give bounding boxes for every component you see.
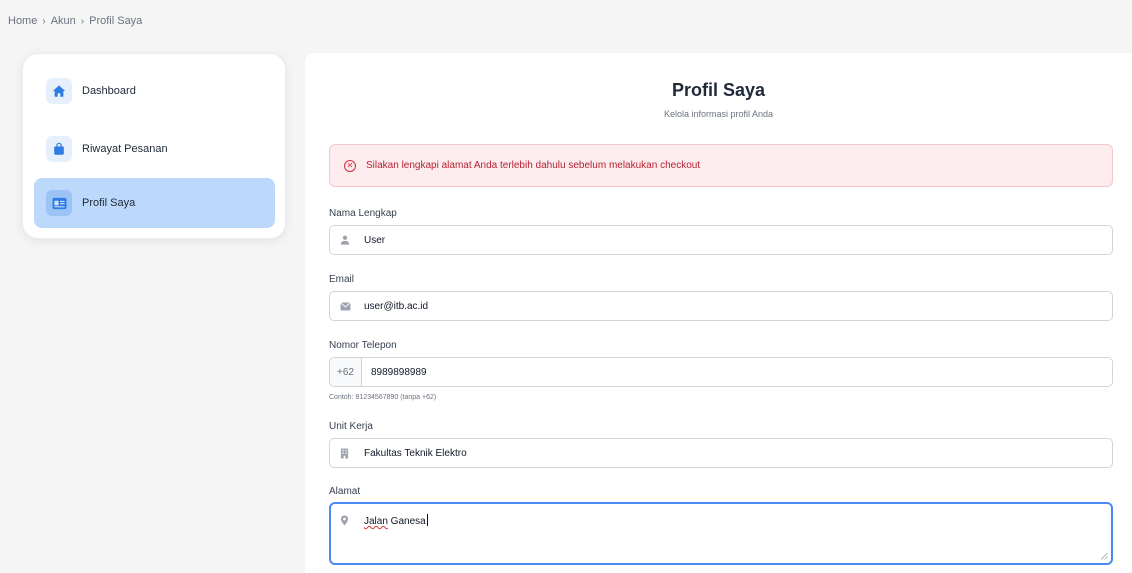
sidebar-item-dashboard[interactable]: Dashboard <box>34 66 275 116</box>
home-icon <box>46 78 72 104</box>
breadcrumb-separator: › <box>80 15 85 27</box>
telepon-field[interactable]: +62 8989898989 <box>329 357 1113 387</box>
error-circle-icon: ✕ <box>344 159 356 172</box>
breadcrumb-current: Profil Saya <box>89 15 143 27</box>
unit-kerja-field[interactable]: Fakultas Teknik Elektro <box>329 438 1113 468</box>
email-value: user@itb.ac.id <box>364 300 429 312</box>
sidebar-item-label: Dashboard <box>82 85 136 97</box>
country-code-prefix: +62 <box>330 358 362 386</box>
sidebar-item-riwayat-pesanan[interactable]: Riwayat Pesanan <box>34 124 275 174</box>
alamat-value-word-1: Jalan <box>364 516 388 527</box>
alamat-value: Jalan Ganesa <box>364 514 428 527</box>
alert-message: Silakan lengkapi alamat Anda terlebih da… <box>366 160 701 171</box>
resize-handle-icon[interactable] <box>1100 552 1108 560</box>
alamat-label: Alamat <box>329 486 361 497</box>
telepon-helper-text: Contoh: 81234567890 (tanpa +62) <box>329 394 437 401</box>
sidebar-item-label: Riwayat Pesanan <box>82 143 168 155</box>
user-icon <box>340 235 356 245</box>
text-caret <box>426 514 428 526</box>
page-subtitle: Kelola informasi profil Anda <box>663 109 774 119</box>
building-icon <box>340 448 356 459</box>
breadcrumb-akun[interactable]: Akun <box>51 15 76 27</box>
sidebar-item-label: Profil Saya <box>82 197 136 209</box>
unit-kerja-value: Fakultas Teknik Elektro <box>364 447 467 459</box>
sidebar: Dashboard Riwayat Pesanan Profil Saya <box>22 53 286 239</box>
alamat-value-word-2: Ganesa <box>387 516 426 527</box>
address-required-alert: ✕ Silakan lengkapi alamat Anda terlebih … <box>329 144 1113 187</box>
nama-label: Nama Lengkap <box>329 208 397 219</box>
map-pin-icon <box>340 515 356 529</box>
nama-field[interactable]: User <box>329 225 1113 255</box>
page-title: Profil Saya <box>671 80 766 100</box>
email-field[interactable]: user@itb.ac.id <box>329 291 1113 321</box>
telepon-value: 8989898989 <box>371 366 427 378</box>
id-card-icon <box>46 190 72 216</box>
alamat-textarea[interactable]: Jalan Ganesa <box>329 502 1113 565</box>
email-label: Email <box>329 274 355 285</box>
breadcrumb: Home › Akun › Profil Saya <box>8 15 142 27</box>
telepon-label: Nomor Telepon <box>329 340 397 351</box>
breadcrumb-home[interactable]: Home <box>8 15 37 27</box>
breadcrumb-separator: › <box>42 15 46 27</box>
unit-kerja-label: Unit Kerja <box>329 421 373 432</box>
envelope-icon <box>340 301 356 311</box>
profile-panel: Profil Saya Kelola informasi profil Anda… <box>305 53 1132 573</box>
shopping-bag-icon <box>46 136 72 162</box>
nama-value: User <box>364 234 386 246</box>
sidebar-item-profil-saya[interactable]: Profil Saya <box>34 178 275 228</box>
